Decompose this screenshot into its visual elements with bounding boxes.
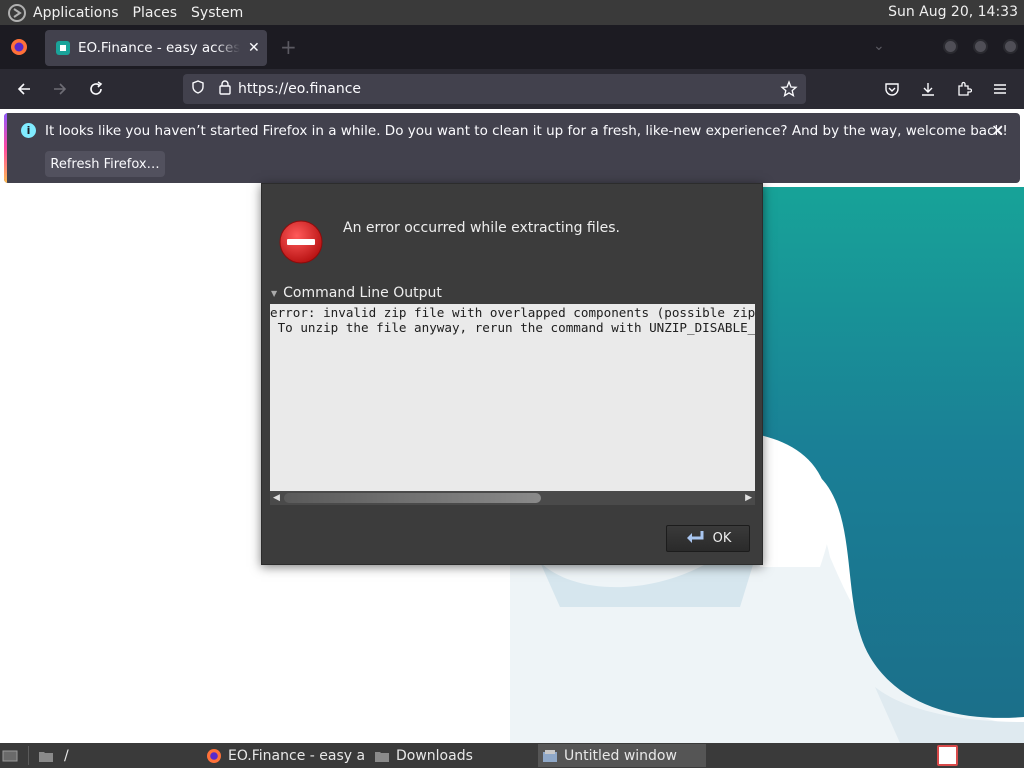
ok-label[interactable]: OK [713,531,732,546]
places-menu[interactable]: Places [133,5,178,21]
file-browser-root-task[interactable]: / [38,744,198,767]
scroll-right-arrow-icon[interactable]: ▶ [745,491,752,505]
task-downloads[interactable]: Downloads [374,744,534,767]
archive-manager-icon [542,748,558,764]
notification-accent-stripe [4,113,7,183]
task-label[interactable]: EO.Finance - easy a… [228,748,366,764]
error-message: An error occurred while extracting files… [343,220,620,236]
applications-menu[interactable]: Applications [33,5,119,21]
tab-title: EO.Finance - easy access to [78,40,240,56]
show-desktop-icon[interactable] [2,748,18,764]
tracking-protection-shield-icon[interactable] [190,79,206,99]
task-label[interactable]: Downloads [396,748,473,764]
list-all-tabs-icon[interactable]: ⌄ [873,38,885,54]
minimize-window-button[interactable] [943,39,958,54]
firefox-view-icon[interactable] [10,38,28,56]
extraction-error-dialog: An error occurred while extracting files… [261,183,763,565]
app-menu-icon[interactable] [988,77,1012,101]
return-arrow-icon [685,529,705,549]
refresh-firefox-button[interactable]: Refresh Firefox… [45,151,165,177]
lock-icon[interactable] [218,79,232,99]
system-menu[interactable]: System [191,5,243,21]
forward-icon[interactable] [48,77,72,101]
close-window-button[interactable] [1003,39,1018,54]
eo-favicon-icon [56,41,70,55]
reload-icon[interactable] [84,77,108,101]
refresh-notification-bar: i It looks like you haven’t started Fire… [4,113,1020,183]
workspace-switcher-icon[interactable] [937,745,958,766]
task-firefox[interactable]: EO.Finance - easy a… [206,744,366,767]
tab-strip: EO.Finance - easy access to ✕ + ⌄ [0,25,1024,69]
firefox-icon [206,748,222,764]
info-icon: i [21,123,36,138]
navigation-bar: https://eo.finance [0,69,1024,109]
scrollbar-thumb[interactable] [284,493,541,503]
task-label[interactable]: / [64,748,69,764]
extensions-icon[interactable] [952,77,976,101]
task-label[interactable]: Untitled window [564,748,677,764]
url-bar[interactable]: https://eo.finance [183,74,806,104]
bottom-panel: / EO.Finance - easy a… Downloads Untitle… [0,743,1024,768]
pocket-icon[interactable] [880,77,904,101]
distro-logo-icon[interactable] [6,2,28,24]
back-icon[interactable] [12,77,36,101]
ok-button[interactable]: OK [666,525,750,552]
show-desktop-button[interactable] [2,744,22,767]
maximize-window-button[interactable] [973,39,988,54]
top-panel: Applications Places System Sun Aug 20, 1… [0,0,1024,25]
bookmark-star-icon[interactable] [780,80,798,102]
tab-eo-finance[interactable]: EO.Finance - easy access to ✕ [45,30,267,66]
tab-close-icon[interactable]: ✕ [248,40,260,56]
command-output-textview[interactable]: error: invalid zip file with overlapped … [270,304,755,491]
scroll-left-arrow-icon[interactable]: ◀ [273,491,280,505]
notification-message: It looks like you haven’t started Firefo… [45,123,1008,139]
url-text[interactable]: https://eo.finance [238,81,361,97]
clock[interactable]: Sun Aug 20, 14:33 [888,4,1018,20]
output-line: To unzip the file anyway, rerun the comm… [277,320,755,335]
error-stop-icon [279,220,323,264]
output-line: error: invalid zip file with overlapped … [270,305,755,320]
horizontal-scrollbar[interactable]: ◀ ▶ [270,491,755,505]
folder-icon [374,748,390,764]
new-tab-icon[interactable]: + [280,35,297,59]
downloads-icon[interactable] [916,77,940,101]
task-untitled-window[interactable]: Untitled window [538,744,706,767]
folder-icon [38,748,54,764]
expander-triangle-icon[interactable]: ▼ [271,289,277,298]
expander-label[interactable]: Command Line Output [283,285,442,301]
command-line-output-expander[interactable]: ▼ Command Line Output [271,285,442,301]
panel-separator [28,746,29,765]
notification-close-icon[interactable]: ✕ [991,121,1004,140]
